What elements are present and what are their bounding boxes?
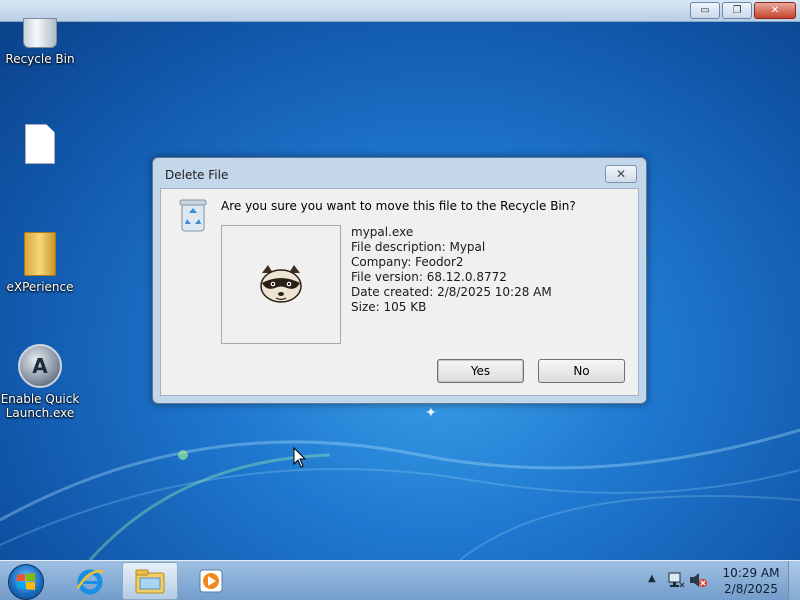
- confirmation-question: Are you sure you want to move this file …: [221, 199, 576, 213]
- system-tray: ▲ 10:29 AM 2/8/2025: [630, 561, 800, 600]
- delete-file-dialog: Delete File ✕ Are you sure you want to m…: [152, 157, 647, 404]
- clock[interactable]: 10:29 AM 2/8/2025: [718, 565, 784, 597]
- windows-explorer-icon: [135, 569, 165, 594]
- file-name: mypal.exe: [351, 225, 414, 239]
- file-details: mypal.exe File description: Mypal Compan…: [351, 225, 552, 315]
- close-window-button[interactable]: ✕: [754, 2, 796, 19]
- file-company: Company: Feodor2: [351, 255, 464, 269]
- desktop-icon-enable-quick-launch[interactable]: A Enable Quick Launch.exe: [0, 344, 80, 420]
- file-version: File version: 68.12.0.8772: [351, 270, 507, 284]
- minimize-button[interactable]: ▭: [690, 2, 720, 19]
- taskbar: ▲ 10:29 AM 2/8/2025: [0, 560, 800, 600]
- media-player-icon: [199, 569, 223, 593]
- network-icon[interactable]: [666, 571, 686, 589]
- recycle-bin-icon: [179, 199, 207, 232]
- file-size: Size: 105 KB: [351, 300, 427, 314]
- desktop-icon-label: Enable Quick Launch.exe: [0, 392, 80, 420]
- file-description: File description: Mypal: [351, 240, 486, 254]
- quick-launch-icon: A: [18, 344, 62, 388]
- show-desktop-button[interactable]: [788, 561, 800, 600]
- raccoon-app-icon: [260, 264, 302, 303]
- show-hidden-icons-button[interactable]: ▲: [648, 573, 656, 584]
- folder-icon: [24, 232, 56, 276]
- desktop-icon-experience[interactable]: eXPerience: [0, 232, 80, 294]
- clock-date: 2/8/2025: [724, 582, 778, 596]
- blank-file-icon: [25, 124, 55, 164]
- restore-button[interactable]: ❐: [722, 2, 752, 19]
- desktop-icon-label: Recycle Bin: [5, 52, 75, 66]
- recycle-bin-icon: [23, 18, 57, 48]
- file-thumbnail: [221, 225, 341, 344]
- taskbar-internet-explorer[interactable]: [62, 562, 118, 600]
- start-button[interactable]: [8, 564, 44, 600]
- internet-explorer-icon: [76, 569, 104, 595]
- desktop-icon-label: eXPerience: [6, 280, 74, 294]
- mouse-cursor-icon: [293, 447, 307, 468]
- windows-logo-icon: [17, 573, 35, 590]
- clock-time: 10:29 AM: [722, 566, 780, 580]
- maximized-window-titlebar: ▭ ❐ ✕: [0, 0, 800, 22]
- volume-muted-icon[interactable]: [688, 571, 708, 589]
- dialog-close-button[interactable]: ✕: [605, 165, 637, 183]
- no-button[interactable]: No: [538, 359, 625, 383]
- dialog-title: Delete File: [165, 168, 229, 182]
- desktop-icon-blank-file[interactable]: [0, 124, 80, 164]
- taskbar-media-player[interactable]: [183, 562, 239, 600]
- file-date-created: Date created: 2/8/2025 10:28 AM: [351, 285, 552, 299]
- taskbar-windows-explorer[interactable]: [122, 562, 178, 600]
- sparkle-decoration: ✦: [425, 405, 437, 421]
- dialog-body: Are you sure you want to move this file …: [160, 188, 639, 396]
- yes-button[interactable]: Yes: [437, 359, 524, 383]
- desktop-icon-recycle-bin[interactable]: Recycle Bin: [0, 18, 80, 66]
